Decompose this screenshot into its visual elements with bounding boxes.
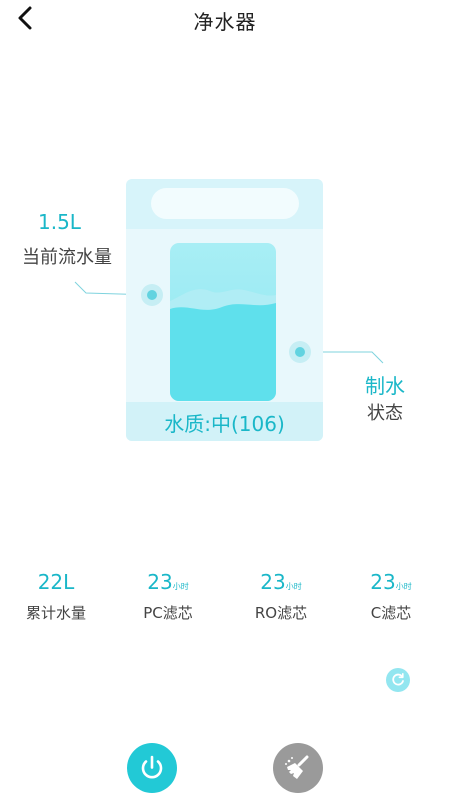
clean-button[interactable] xyxy=(273,743,323,793)
stat-value: 22L xyxy=(37,570,75,594)
production-status-label: 状态 xyxy=(367,403,403,424)
production-status-value: 制水 xyxy=(365,374,405,398)
water-level xyxy=(170,289,276,401)
filter-slot xyxy=(151,188,299,219)
filter-illustration: 水质:中(106) xyxy=(126,179,323,441)
refresh-button[interactable] xyxy=(386,668,410,692)
stat-ro-filter: 23小时 RO滤芯 xyxy=(236,570,326,623)
stat-pc-filter: 23小时 PC滤芯 xyxy=(123,570,213,623)
stat-total-water: 22L 累计水量 xyxy=(11,570,101,623)
stat-label: RO滤芯 xyxy=(254,604,308,622)
stat-label: 累计水量 xyxy=(25,604,86,622)
flow-indicator-dot xyxy=(141,284,163,306)
current-flow-label: 当前流水量 xyxy=(22,247,112,268)
stat-label: C滤芯 xyxy=(370,604,412,622)
top-bar: 净水器 xyxy=(0,0,450,40)
broom-icon xyxy=(285,755,309,779)
water-glass xyxy=(170,243,276,401)
power-button[interactable] xyxy=(127,743,177,793)
stat-value: 23小时 xyxy=(260,570,302,594)
page-title: 净水器 xyxy=(193,10,257,34)
current-flow-value: 1.5L xyxy=(38,210,81,234)
stat-c-filter: 23小时 C滤芯 xyxy=(346,570,436,623)
stat-value: 23小时 xyxy=(370,570,412,594)
water-quality-bar: 水质:中(106) xyxy=(126,402,323,441)
refresh-icon xyxy=(392,673,404,686)
stat-label: PC滤芯 xyxy=(143,604,193,622)
stat-value: 23小时 xyxy=(147,570,189,594)
production-indicator-dot xyxy=(289,341,311,363)
filter-cap xyxy=(126,179,323,229)
filter-body: 水质:中(106) xyxy=(126,229,323,441)
power-icon xyxy=(141,755,163,779)
water-quality-label: 水质:中(106) xyxy=(164,412,285,436)
